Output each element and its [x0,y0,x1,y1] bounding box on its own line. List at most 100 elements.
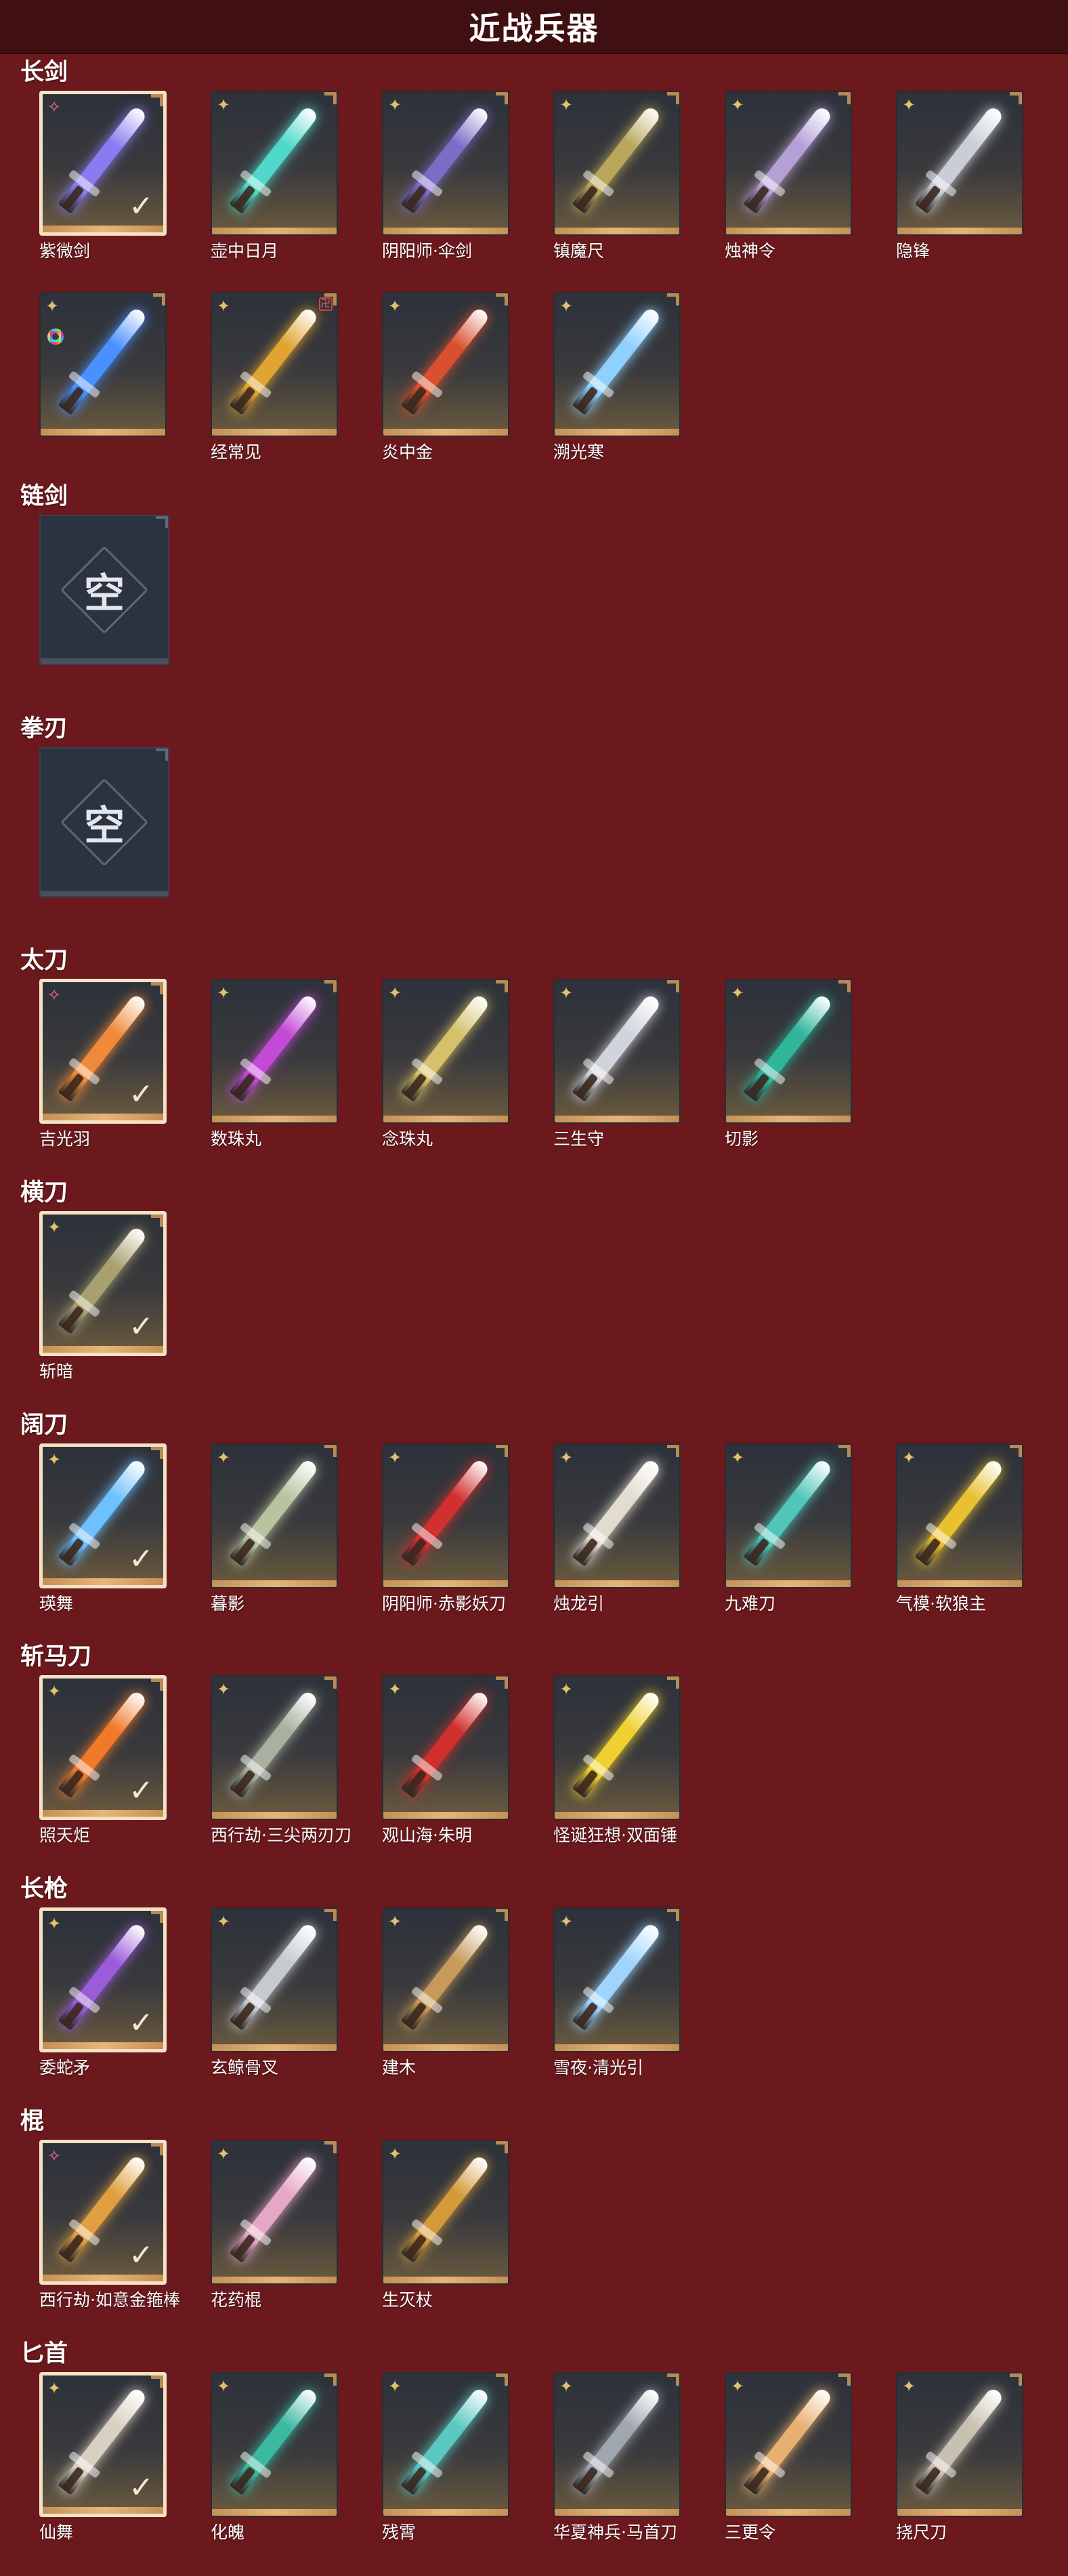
weapon-item[interactable]: ✦ 镇魔尺 [553,91,686,280]
weapon-item[interactable]: ✦ 生灭杖 [382,2140,515,2329]
weapon-card[interactable]: ✦ [553,2372,681,2517]
weapon-card[interactable]: ✦ [382,1443,509,1588]
weapon-item[interactable]: ✦ ✓ 斩暗 [39,1211,172,1401]
weapon-card[interactable]: ✦ [382,979,509,1124]
weapon-item[interactable]: ✦ 九难刀 [725,1443,857,1633]
weapon-item[interactable]: ✦ ✓ 照天炬 [39,1675,172,1865]
weapon-item[interactable]: ✦ 阴阳师·赤影妖刀 [382,1443,515,1633]
weapon-card[interactable]: ✦ ✓ [39,1907,167,2052]
weapon-name: 溯光寒 [553,442,605,462]
weapon-card[interactable]: ✦ [211,2140,338,2285]
weapon-card[interactable]: ✦ [725,91,852,236]
weapon-item[interactable]: ✦ 三更令 [725,2372,857,2562]
weapon-item[interactable]: ✦ 切影 [725,979,857,1168]
weapon-name: 瑛舞 [39,1594,74,1613]
pink-star-icon: ✧ [47,986,62,1005]
weapon-item[interactable]: ✦ 溯光寒 [553,292,686,482]
weapon-card[interactable]: ✦ 卍 [211,292,338,437]
weapon-card[interactable]: ✦ ✓ [39,1443,167,1588]
weapon-name: 雪夜·清光引 [553,2058,643,2077]
weapon-item[interactable]: ✦ 雪夜·清光引 [553,1907,686,2097]
weapon-item[interactable]: ✦ 三生守 [553,979,686,1168]
weapon-card[interactable]: ✧ ✓ [39,979,167,1124]
weapon-item[interactable]: ✦ ✓ 委蛇矛 [39,1907,172,2097]
weapon-item[interactable]: ✦ 西行劫·三尖两刃刀 [211,1675,351,1865]
weapon-item[interactable]: ✧ ✓ 西行劫·如意金箍棒 [39,2140,180,2329]
weapon-card[interactable]: ✦ [382,2140,509,2285]
weapon-item[interactable]: ✦ 念珠丸 [382,979,515,1168]
weapon-image [229,1458,320,1567]
gold-star-icon: ✦ [217,984,231,1002]
weapon-item[interactable]: ✦ 建木 [382,1907,515,2097]
weapon-card[interactable]: ✦ [553,292,681,437]
weapon-card[interactable]: ✦ [896,91,1023,236]
weapon-item[interactable]: ✦ 玄鲸骨叉 [211,1907,343,2097]
weapon-item[interactable]: ✦ 阴阳师·伞剑 [382,91,515,280]
checkmark-icon: ✓ [129,2238,154,2273]
weapon-card[interactable]: ✦ [725,2372,852,2517]
weapon-item[interactable]: ✧ ✓ 紫微剑 [39,91,172,280]
weapon-item[interactable]: ✦ 烛神令 [725,91,857,280]
gold-star-icon: ✦ [388,1448,402,1467]
weapon-card[interactable]: ✦ [39,292,167,437]
weapon-image [572,306,662,415]
weapon-card[interactable]: ✦ [896,1443,1023,1588]
weapon-card[interactable]: ✦ [382,292,509,437]
weapon-card[interactable]: ✦ ✓ [39,2372,167,2517]
weapon-card[interactable]: ✦ [382,1675,509,1820]
weapon-item[interactable]: ✦ 华夏神兵·马首刀 [553,2372,686,2562]
weapon-card[interactable]: ✦ [553,1675,681,1820]
gold-star-icon: ✦ [559,1448,574,1467]
weapon-card[interactable]: ✦ [211,1675,338,1820]
weapon-item[interactable]: ✦ 残霄 [382,2372,515,2562]
weapon-card[interactable]: ✧ ✓ [39,91,167,236]
weapon-item[interactable]: ✦ 怪诞狂想·双面锤 [553,1675,686,1865]
weapon-item[interactable]: ✦ 炎中金 [382,292,515,482]
weapon-card[interactable]: ✦ [211,91,338,236]
empty-slot[interactable]: 空 [39,747,172,937]
weapon-item[interactable]: ✦ 暮影 [211,1443,343,1633]
weapon-item[interactable]: ✦ 化魄 [211,2372,343,2562]
weapon-card[interactable]: ✦ [896,2372,1023,2517]
empty-slot[interactable]: 空 [39,515,172,704]
weapon-item[interactable]: ✦ 隐锋 [896,91,1029,280]
weapon-card[interactable]: ✦ [553,1907,681,2052]
weapon-item[interactable]: ✦ 气模·软狼主 [896,1443,1029,1633]
weapon-card[interactable]: ✦ [553,91,681,236]
weapon-card[interactable]: ✦ [382,1907,509,2052]
weapon-card[interactable]: ✦ [553,979,681,1124]
weapon-image [572,2386,662,2495]
weapon-card[interactable]: ✦ [725,979,852,1124]
checkmark-icon: ✓ [129,1077,154,1112]
weapon-item[interactable]: ✦ 壶中日月 [211,91,343,280]
weapon-item[interactable]: ✦ ✓ 仙舞 [39,2372,172,2562]
card-bottom-bar [383,2277,508,2283]
weapon-card[interactable]: ✦ [382,91,509,236]
weapon-image [572,1689,662,1798]
card-bottom-bar [383,1580,508,1587]
weapon-name: 九难刀 [725,1594,776,1613]
weapon-item[interactable]: ✧ ✓ 吉光羽 [39,979,172,1168]
weapon-card[interactable]: ✦ ✓ [39,1675,167,1820]
weapon-card[interactable]: ✦ [382,2372,509,2517]
weapon-card[interactable]: ✧ ✓ [39,2140,167,2285]
weapon-item[interactable]: ✦ ✓ 瑛舞 [39,1443,172,1633]
weapon-name: 经常见 [211,442,262,462]
weapon-card[interactable]: ✦ [211,1907,338,2052]
weapon-item[interactable]: ✦ 数珠丸 [211,979,343,1168]
checkmark-icon: ✓ [129,1773,154,1808]
weapon-card[interactable]: ✦ [553,1443,681,1588]
weapon-card[interactable]: ✦ [211,979,338,1124]
weapon-card[interactable]: ✦ [211,1443,338,1588]
weapon-image [229,105,320,214]
gold-star-icon: ✦ [388,96,402,114]
weapon-item[interactable]: ✦ 挠尺刀 [896,2372,1029,2562]
weapon-item[interactable]: ✦ 观山海·朱明 [382,1675,515,1865]
weapon-card[interactable]: ✦ [211,2372,338,2517]
weapon-item[interactable]: ✦ 花药棍 [211,2140,343,2329]
weapon-item[interactable]: ✦ 烛龙引 [553,1443,686,1633]
weapon-card[interactable]: ✦ [725,1443,852,1588]
weapon-card[interactable]: ✦ ✓ [39,1211,167,1356]
weapon-item[interactable]: ✦ [39,292,172,482]
weapon-item[interactable]: ✦ 卍经常见 [211,292,343,482]
